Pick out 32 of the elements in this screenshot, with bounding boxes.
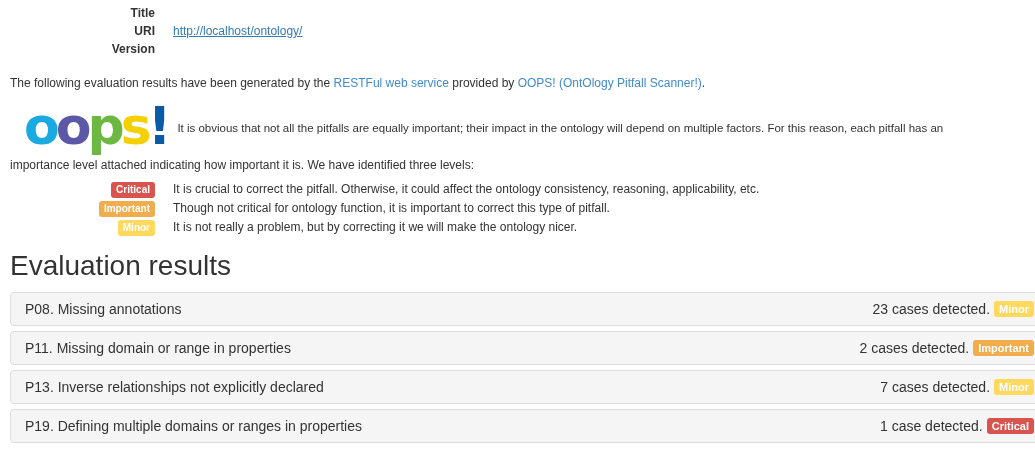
importance-text: It is obvious that not all the pitfalls are equally important; their impact in the ontology will depend on multiple factors. For this reason, each pitfall has an <box>177 121 944 136</box>
pitfall-panel[interactable]: P19. Defining multiple domains or ranges in properties 1 case detected. Critical <box>10 409 1035 443</box>
severity-badge: Minor <box>117 220 155 236</box>
level-description: It is not really a problem, but by correcting it we will make the ontology nicer. <box>173 219 579 236</box>
pitfall-panel[interactable]: P13. Inverse relationships not explicitly declared 7 cases detected. Minor <box>10 370 1035 404</box>
severity-badge: Minor <box>994 379 1034 395</box>
level-description: Though not critical for ontology function, it is important to correct this type of pitfall. <box>173 200 611 217</box>
severity-badge: Critical <box>111 182 155 198</box>
severity-badge: Minor <box>994 301 1034 317</box>
pitfall-title: P11. Missing domain or range in properties <box>25 340 291 356</box>
field-label: Version <box>110 42 155 57</box>
case-count: 1 case detected. <box>879 418 983 434</box>
pitfall-panel[interactable]: P11. Missing domain or range in properties 2 cases detected. Important <box>10 331 1035 365</box>
severity-badge: Critical <box>986 418 1034 434</box>
importance-text: importance level attached indicating how important it is. We have identified three levels: <box>10 157 476 173</box>
pitfall-panel[interactable]: P08. Missing annotations 23 cases detected. Minor <box>10 292 1035 326</box>
case-count: 2 cases detected. <box>859 340 970 356</box>
severity-badge: Important <box>98 201 155 217</box>
severity-badge: Important <box>973 340 1034 356</box>
case-count: 7 cases detected. <box>880 379 991 395</box>
uri-link[interactable]: http://localhost/ontology/ <box>173 24 303 38</box>
pitfall-title: P19. Defining multiple domains or ranges in properties <box>25 418 362 434</box>
level-description: It is crucial to correct the pitfall. Otherwise, it could affect the ontology consistency, reasoning, applicability, etc. <box>173 181 761 198</box>
oops-link[interactable]: OOPS! (OntOlogy Pitfall Scanner!) <box>517 76 702 90</box>
pitfall-title: P08. Missing annotations <box>25 301 182 317</box>
section-heading: Evaluation results <box>10 250 232 282</box>
field-label: URI <box>133 24 155 39</box>
case-count: 23 cases detected. <box>872 301 991 317</box>
pitfall-title: P13. Inverse relationships not explicitly declared <box>25 379 324 395</box>
web-service-link[interactable]: RESTFul web service <box>333 76 449 90</box>
field-label: Title <box>129 6 155 21</box>
intro-text: The following evaluation results have been generated by the RESTFul web service provided by OOPS! (OntOlogy Pitfall Scanner!). <box>10 75 707 91</box>
